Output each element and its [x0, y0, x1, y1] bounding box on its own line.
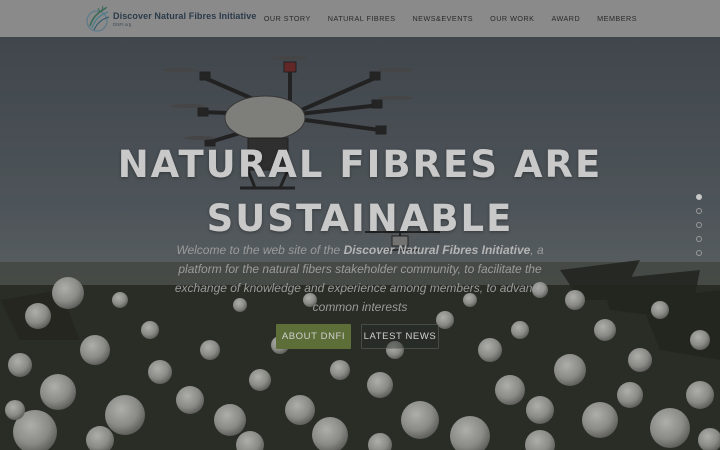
hero-slider: NATURAL FIBRES ARE SUSTAINABLE Welcome t…: [0, 0, 720, 450]
nav-award[interactable]: AWARD: [551, 14, 580, 23]
slider-pagination: [696, 194, 702, 264]
hero-description-org-name: Discover Natural Fibres Initiative: [343, 243, 531, 257]
hero-description-intro: Welcome to the web site of the: [176, 243, 344, 257]
about-dnfi-button[interactable]: ABOUT DNFI: [276, 324, 351, 349]
main-menu: OUR STORY NATURAL FIBRES NEWS&EVENTS OUR…: [247, 0, 637, 37]
slider-dot-1[interactable]: [696, 194, 702, 200]
slider-dot-3[interactable]: [696, 222, 702, 228]
nav-our-story[interactable]: OUR STORY: [264, 14, 311, 23]
hero-description: Welcome to the web site of the Discover …: [160, 241, 560, 317]
nav-news-events[interactable]: NEWS&EVENTS: [412, 14, 473, 23]
hero-title-line-1: NATURAL FIBRES ARE: [117, 143, 603, 186]
nav-our-work[interactable]: OUR WORK: [490, 14, 534, 23]
site-name: Discover Natural Fibres Initiative: [113, 11, 257, 21]
top-navbar: Discover Natural Fibres Initiative DNFI.…: [0, 0, 720, 37]
hero-title-line-2: SUSTAINABLE: [206, 197, 514, 240]
slider-dot-4[interactable]: [696, 236, 702, 242]
latest-news-button[interactable]: LATEST NEWS: [361, 324, 439, 349]
nav-members[interactable]: MEMBERS: [597, 14, 637, 23]
cotton-plant-logo-icon: [86, 5, 110, 32]
site-subtitle: DNFI.org: [113, 22, 132, 27]
site-logo[interactable]: Discover Natural Fibres Initiative DNFI.…: [84, 4, 256, 34]
slider-dot-2[interactable]: [696, 208, 702, 214]
slider-dot-5[interactable]: [696, 250, 702, 256]
nav-natural-fibres[interactable]: NATURAL FIBRES: [328, 14, 396, 23]
hero-title: NATURAL FIBRES ARE SUSTAINABLE: [60, 138, 660, 246]
